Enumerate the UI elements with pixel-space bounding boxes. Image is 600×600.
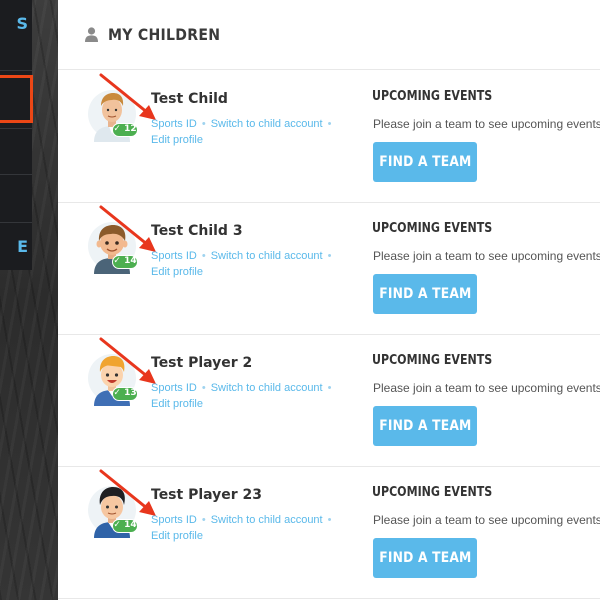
child-links-2: Edit profile [151,133,203,147]
user-icon [85,27,98,42]
find-a-team-button[interactable]: FIND A TEAM [373,142,477,182]
edit-profile-link[interactable]: Edit profile [151,134,203,146]
switch-account-link[interactable]: Switch to child account [211,382,323,394]
sidebar: S E [0,0,32,270]
sidebar-item-1[interactable]: S [0,0,32,70]
sidebar-item-4[interactable] [0,174,32,222]
find-a-team-label: FIND A TEAM [379,418,472,434]
edit-profile-link[interactable]: Edit profile [151,398,203,410]
child-links: Sports ID • Switch to child account • [151,249,336,263]
upcoming-events-title: UPCOMING EVENTS [372,89,493,104]
age-value: 12 [124,124,137,134]
find-a-team-label: FIND A TEAM [379,154,472,170]
child-links: Sports ID • Switch to child account • [151,117,336,131]
link-separator: • [201,382,206,394]
page-title: MY CHILDREN [108,25,221,44]
child-links: Sports ID • Switch to child account • [151,513,336,527]
age-value: 14 [124,520,137,530]
find-a-team-button[interactable]: FIND A TEAM [373,538,477,578]
child-links-2: Edit profile [151,397,203,411]
sidebar-item-3[interactable] [0,128,32,174]
switch-account-link[interactable]: Switch to child account [211,250,323,262]
upcoming-events-title: UPCOMING EVENTS [372,353,493,368]
child-card: ✓ 14 Test Player 23 Sports ID • Switch to … [58,467,600,599]
sidebar-item-label: E [17,237,28,256]
link-separator: • [201,118,206,130]
sidebar-highlight-box [0,75,33,123]
sports-id-link[interactable]: Sports ID [151,382,197,394]
find-a-team-button[interactable]: FIND A TEAM [373,274,477,314]
link-separator: • [201,250,206,262]
child-links-2: Edit profile [151,529,203,543]
age-badge: ✓ 13 [112,387,138,401]
find-a-team-label: FIND A TEAM [379,550,472,566]
age-value: 13 [124,388,137,398]
page-header: MY CHILDREN [58,0,600,70]
child-card: ✓ 14 Test Child 3 Sports ID • Switch to ch… [58,203,600,335]
link-separator: • [327,118,332,130]
upcoming-events-message: Please join a team to see upcoming event… [373,381,600,395]
child-card: ✓ 13 Test Player 2 Sports ID • Switch to c… [58,335,600,467]
edit-profile-link[interactable]: Edit profile [151,266,203,278]
child-name[interactable]: Test Child [151,91,228,107]
upcoming-events-message: Please join a team to see upcoming event… [373,513,600,527]
find-a-team-button[interactable]: FIND A TEAM [373,406,477,446]
sidebar-item-5[interactable]: E [0,222,32,270]
sports-id-link[interactable]: Sports ID [151,250,197,262]
child-links: Sports ID • Switch to child account • [151,381,336,395]
upcoming-events-message: Please join a team to see upcoming event… [373,117,600,131]
link-separator: • [201,514,206,526]
switch-account-link[interactable]: Switch to child account [211,514,323,526]
link-separator: • [327,382,332,394]
child-name[interactable]: Test Player 23 [151,487,262,503]
switch-account-link[interactable]: Switch to child account [211,118,323,130]
age-value: 14 [124,256,137,266]
sports-id-link[interactable]: Sports ID [151,118,197,130]
upcoming-events-title: UPCOMING EVENTS [372,485,493,500]
sports-id-link[interactable]: Sports ID [151,514,197,526]
link-separator: • [327,514,332,526]
child-name[interactable]: Test Child 3 [151,223,243,239]
child-links-2: Edit profile [151,265,203,279]
child-name[interactable]: Test Player 2 [151,355,252,371]
age-badge: ✓ 14 [112,519,138,533]
age-badge: ✓ 12 [112,123,138,137]
upcoming-events-message: Please join a team to see upcoming event… [373,249,600,263]
main-panel: MY CHILDREN ✓ 12 Test Child Sports ID • … [58,0,600,600]
app-window: S E MY CHILDREN ✓ 12 Test Child Sports I… [0,0,600,600]
edit-profile-link[interactable]: Edit profile [151,530,203,542]
upcoming-events-title: UPCOMING EVENTS [372,221,493,236]
find-a-team-label: FIND A TEAM [379,286,472,302]
link-separator: • [327,250,332,262]
sidebar-item-label: S [16,14,28,33]
age-badge: ✓ 14 [112,255,138,269]
child-card: ✓ 12 Test Child Sports ID • Switch to chil… [58,71,600,203]
